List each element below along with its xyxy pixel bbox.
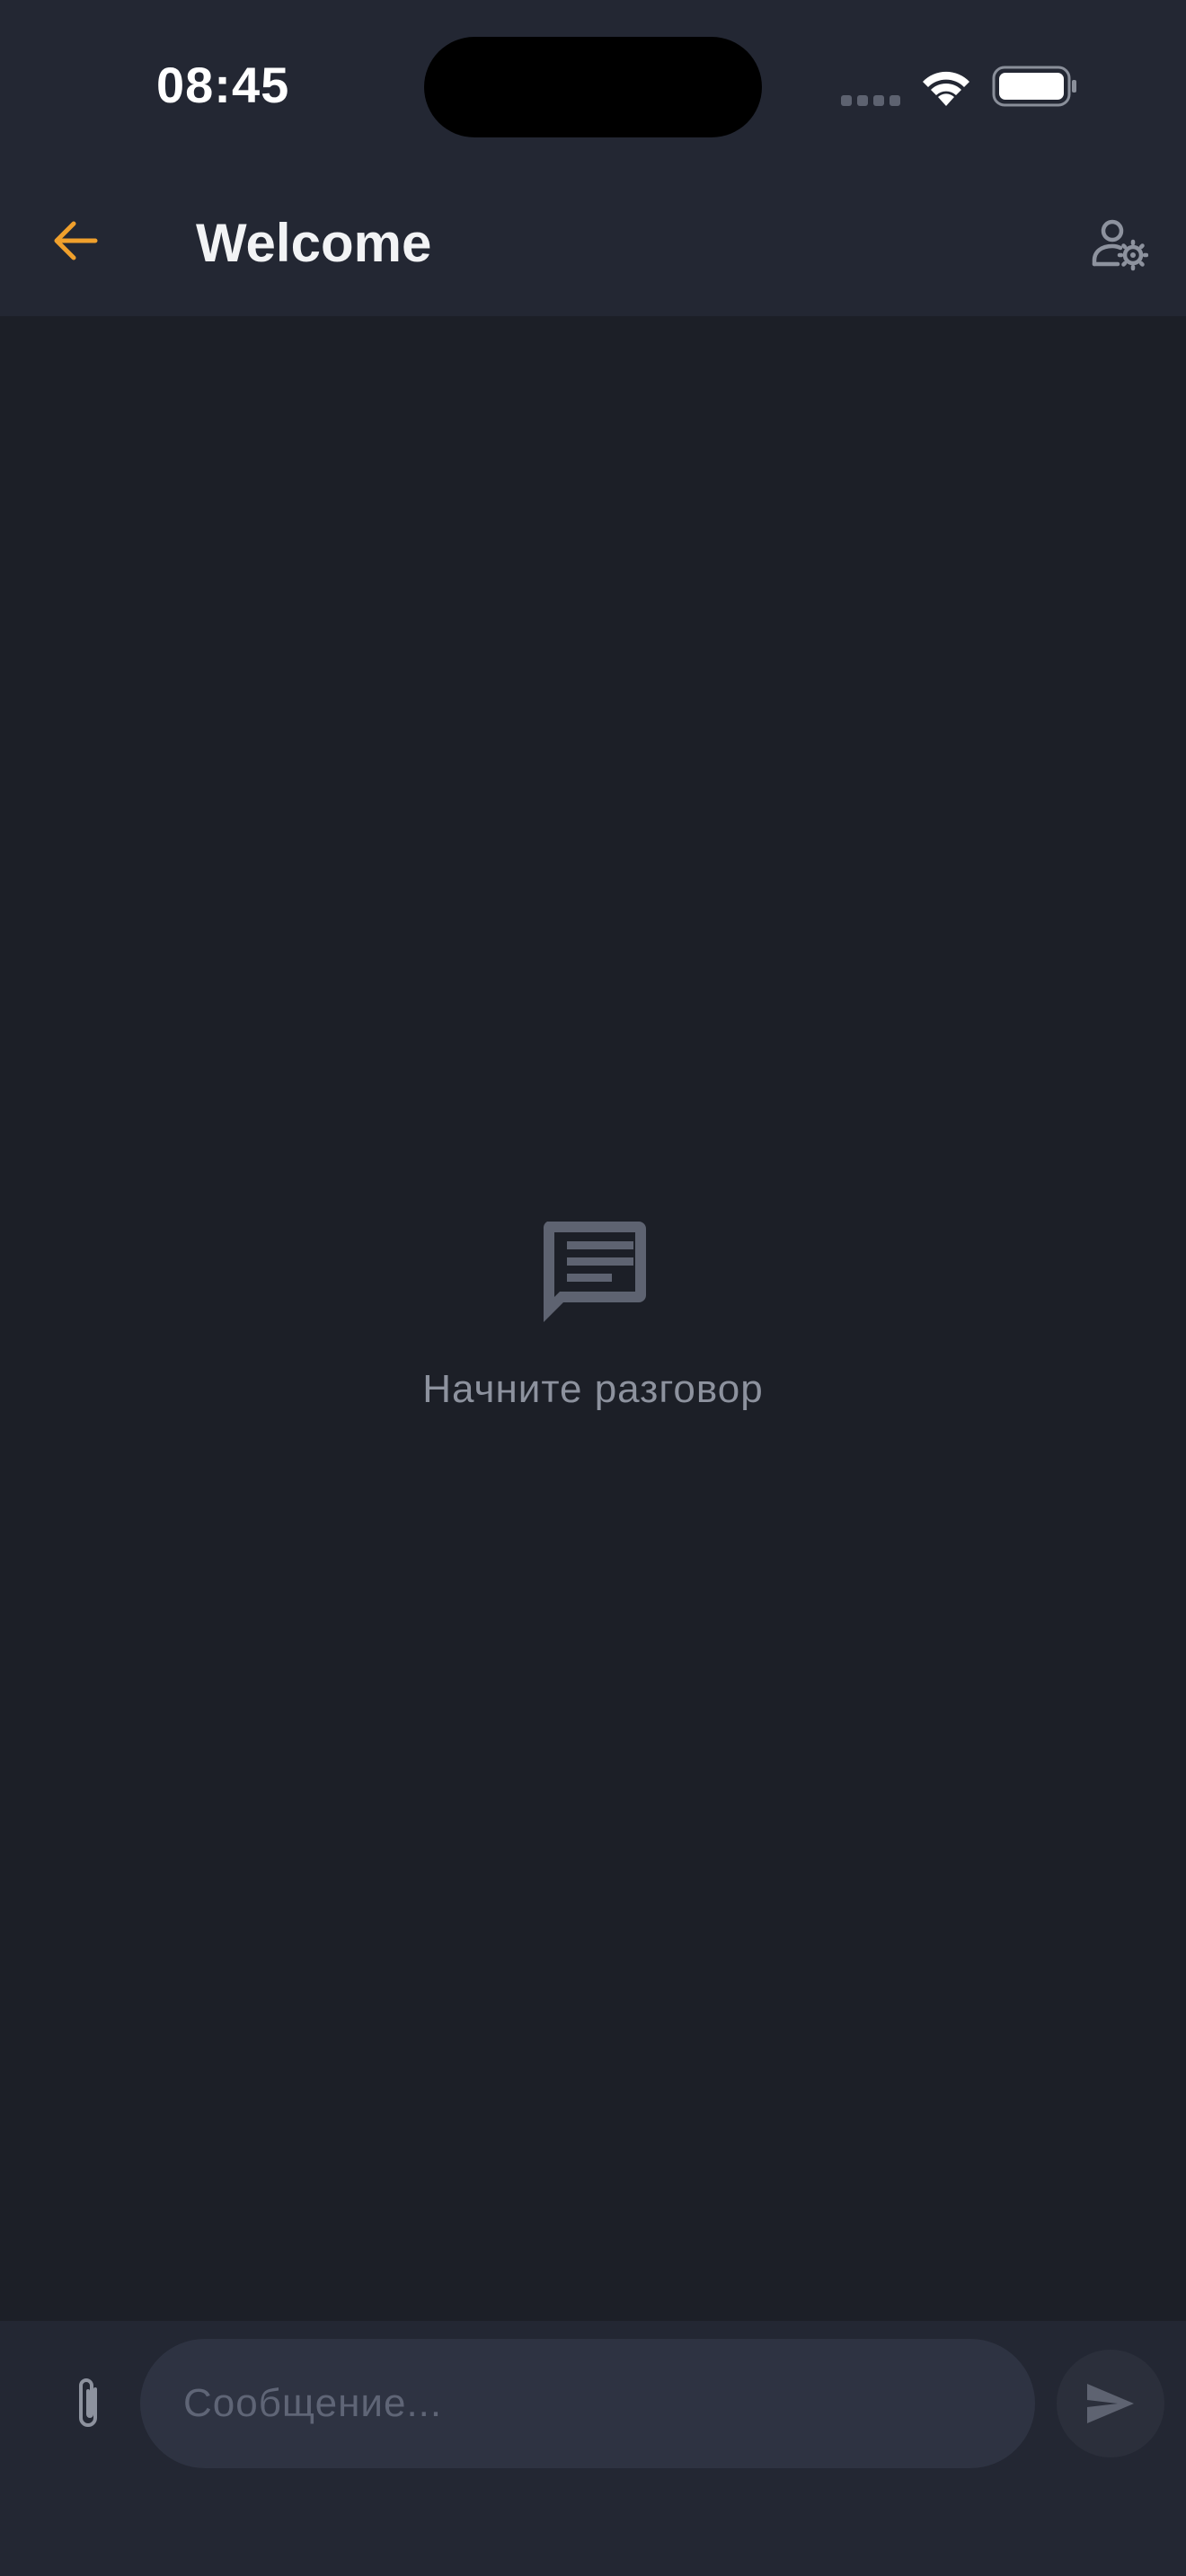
- message-input[interactable]: [140, 2339, 1035, 2468]
- empty-state: Начните разговор: [0, 1213, 1186, 1412]
- dynamic-island: [424, 37, 762, 137]
- user-settings-button[interactable]: [1087, 212, 1152, 277]
- status-time: 08:45: [156, 57, 290, 113]
- battery-icon: [992, 66, 1076, 107]
- send-icon: [1087, 2384, 1134, 2423]
- cellular-signal-icon: [841, 95, 900, 106]
- back-button[interactable]: [43, 208, 108, 273]
- attach-button[interactable]: [56, 2368, 120, 2439]
- paperclip-icon: [79, 2378, 97, 2427]
- send-button[interactable]: [1057, 2350, 1164, 2457]
- empty-state-text: Начните разговор: [422, 1367, 764, 1411]
- page-title: Welcome: [196, 213, 432, 273]
- arrow-left-icon: [54, 221, 98, 260]
- wifi-icon: [923, 71, 969, 106]
- chat-screen: 08:45 Welcome Начните разговор Сообщение…: [0, 0, 1186, 2576]
- user-settings-icon: [1092, 219, 1148, 271]
- chat-message-icon: [543, 1222, 646, 1322]
